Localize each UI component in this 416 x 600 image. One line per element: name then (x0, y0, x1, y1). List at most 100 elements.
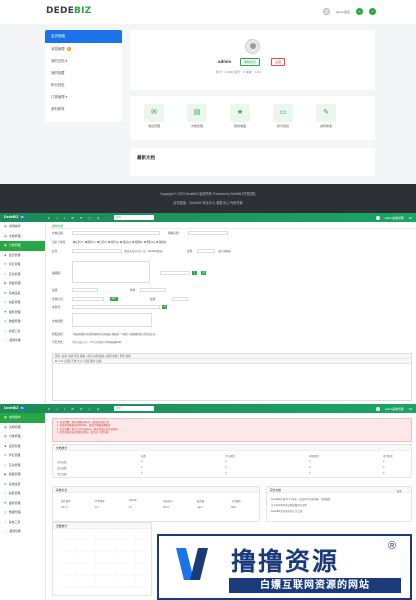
site-icon[interactable]: ◎ (97, 407, 100, 411)
nav-item-other[interactable]: ⋯ 其他功能 (0, 336, 45, 346)
field-label: 文档标题： (52, 232, 66, 235)
mail-icon[interactable]: ✉ (71, 407, 74, 411)
news-item[interactable]: DedeBIZ开发者社区正式上线 (271, 509, 302, 513)
home-icon[interactable]: ⌂ (56, 407, 58, 411)
sidebar-item-documents[interactable]: 我的文档 ▾ (45, 55, 122, 67)
member-level-tag[interactable]: 限制会员 (240, 58, 261, 66)
weight-input[interactable] (197, 248, 215, 253)
nav-item-templates[interactable]: ◧ 模板管理 (0, 279, 45, 289)
nav-item-tools[interactable]: ✧ 系统工具 (0, 327, 45, 337)
quick-profile[interactable]: ✎ 资料修改 (308, 104, 344, 128)
nav-item-templates[interactable]: ◧ 模板管理 (0, 470, 45, 480)
registered-mark: ® (388, 540, 397, 552)
short-title-input[interactable] (188, 230, 228, 235)
description-textarea[interactable] (72, 313, 152, 327)
sidebar-item-panel[interactable]: 会员面板 (45, 30, 122, 43)
avatar[interactable] (375, 406, 380, 411)
site-logo[interactable]: DEDEBIZ (46, 6, 91, 16)
nav-item-interact[interactable]: ♲ 互动管理 (0, 270, 45, 280)
nav-item-categories[interactable]: ▤ 分类管理 (0, 241, 45, 251)
header-username[interactable]: admin会员 (336, 10, 350, 14)
nav-item-docs[interactable]: ▤ 文档管理 (0, 423, 45, 433)
sidebar-item-profile[interactable]: 资料修改 (45, 103, 122, 115)
nav-item-members[interactable]: ♟ 会员管理 (0, 442, 45, 452)
nav-item-collect[interactable]: ⇩ 采集管理 (0, 298, 45, 308)
nav-item-members[interactable]: ♟ 会员管理 (0, 251, 45, 261)
nav-item-common[interactable]: ▤ 常用操作 (0, 222, 45, 232)
theme-icon[interactable]: ◐ (64, 407, 66, 411)
admin-brand[interactable]: DedeBIZ V6 (4, 406, 25, 410)
auto-keywords-button[interactable]: 自动获取 (162, 304, 168, 320)
menu-icon[interactable]: ≡ (48, 216, 50, 220)
sidebar-item-orders[interactable]: 订单管理 ▾ (45, 91, 122, 103)
source-input[interactable] (72, 287, 98, 292)
admin-username[interactable]: admin系统管理 (385, 407, 404, 411)
site-icon[interactable]: ◎ (97, 216, 100, 220)
sidebar-item-favorites[interactable]: 我的收藏 (45, 67, 122, 79)
keywords-input[interactable] (72, 304, 160, 309)
latest-docs-card: 最新文档 (130, 148, 375, 176)
notify-button[interactable]: + (356, 8, 363, 15)
nav-item-collect[interactable]: ⇩ 采集管理 (0, 489, 45, 499)
admin-brand[interactable]: DedeBIZ V6 (4, 215, 25, 219)
news-item[interactable]: 关于DedeBIZ商业授权服务的说明 (271, 503, 307, 507)
nav-item-common[interactable]: ▤ 常用操作 (0, 413, 45, 423)
more-link[interactable]: 更多 (397, 489, 402, 493)
sidebar-item-wallet[interactable]: 积分钱包 (45, 79, 122, 91)
nav-item-plugins[interactable]: ⚑ 插件管理 (0, 308, 45, 318)
plugin-icon[interactable]: ◇ (88, 216, 90, 220)
nav-item-categories[interactable]: ▤ 分类管理 (0, 432, 45, 442)
quick-documents[interactable]: ▤ 文档管理 (179, 104, 215, 128)
footer-links[interactable]: 友情链接：DedeBIZ 商业中心 模板中心 代码托管 (0, 200, 416, 205)
tab-publish[interactable]: 发布文档 (52, 224, 63, 228)
upload-button[interactable]: 上传 (192, 270, 198, 278)
site-image-button[interactable]: 站内 (201, 270, 207, 278)
rich-text-editor[interactable]: 源码 | 保存 新建 预览 模板 | 剪切 复制 粘贴 | 撤销 重做 | 查找… (52, 353, 412, 401)
nav-item-data[interactable]: ◫ 数据管理 (0, 508, 45, 518)
quick-messages[interactable]: ✉ 消息管理 (136, 104, 172, 128)
alert-line[interactable]: 4. 您的系统尚未注册商业授权，请点击 立即注册 (57, 431, 407, 435)
nav-item-data[interactable]: ◫ 数据管理 (0, 317, 45, 327)
nav-item-comments[interactable]: ✉ 评论管理 (0, 451, 45, 461)
paging-options[interactable]: 手动 自动 大小：5 K (分页符为 #p#副标题#e#) (72, 340, 121, 344)
nav-item-comments[interactable]: ✉ 评论管理 (0, 260, 45, 270)
nav-item-settings[interactable]: ⚙ 系统设置 (0, 480, 45, 490)
news-item[interactable]: DedeBIZ系统V6.2.7发布，修复若干已知问题，欢迎更新 (271, 497, 330, 501)
home-icon[interactable]: ⌂ (56, 216, 58, 220)
nav-item-interact[interactable]: ♲ 互动管理 (0, 461, 45, 471)
logout-tag[interactable]: 注销 (271, 58, 286, 66)
nav-item-other[interactable]: ⋯ 其他功能 (0, 527, 45, 537)
mail-icon[interactable]: ✉ (71, 216, 74, 220)
theme-icon[interactable]: ◐ (64, 216, 66, 220)
thumb-preview[interactable] (72, 261, 150, 283)
refresh-icon[interactable]: ⟳ (80, 407, 83, 411)
search-input[interactable]: 搜索 (114, 215, 154, 220)
quick-favorites[interactable]: ★ 我的收藏 (222, 104, 258, 128)
editor-toolbar-2[interactable]: B I U S | 段落 字体 大小 | 链接 图片 表格 (53, 359, 411, 364)
weight-field[interactable] (172, 296, 188, 301)
nav-item-tools[interactable]: ✧ 系统工具 (0, 518, 45, 528)
thumb-input[interactable] (160, 270, 190, 275)
avatar[interactable] (375, 215, 380, 220)
publish-button[interactable]: + (369, 8, 376, 15)
tab-bar: 发布文档 (46, 222, 416, 229)
nav-item-plugins[interactable]: ⚑ 插件管理 (0, 499, 45, 509)
title-input[interactable] (72, 230, 160, 235)
quick-wallet[interactable]: ▭ 积分钱包 (265, 104, 301, 128)
sidebar-item-messages[interactable]: 消息管理 1 (45, 43, 122, 55)
select-category-button[interactable]: 副栏目： (110, 296, 118, 304)
refresh-icon[interactable]: ⟳ (80, 216, 83, 220)
category-select[interactable] (72, 296, 104, 301)
options-checkboxes[interactable]: 下载远程图片和资源 删除非站内链接 提取第一个图片为缩略图 图片是否加水印 (72, 332, 155, 336)
avatar[interactable] (322, 8, 330, 15)
tags-input[interactable] (72, 248, 122, 253)
nav-item-docs[interactable]: ▤ 文档管理 (0, 232, 45, 242)
search-input[interactable]: 搜索 (114, 406, 154, 411)
menu-icon[interactable]: ≡ (48, 407, 50, 411)
attr-options[interactable]: 头条[h] 推荐[c] 幻灯[f] 特荐[a] 滚动[s] 加粗[b] 图片[p… (72, 240, 166, 244)
author-input[interactable] (140, 287, 166, 292)
plugin-icon[interactable]: ◇ (88, 407, 90, 411)
avatar[interactable] (245, 39, 260, 54)
admin-username[interactable]: admin系统管理 (385, 216, 404, 220)
nav-item-settings[interactable]: ⚙ 系统设置 (0, 289, 45, 299)
